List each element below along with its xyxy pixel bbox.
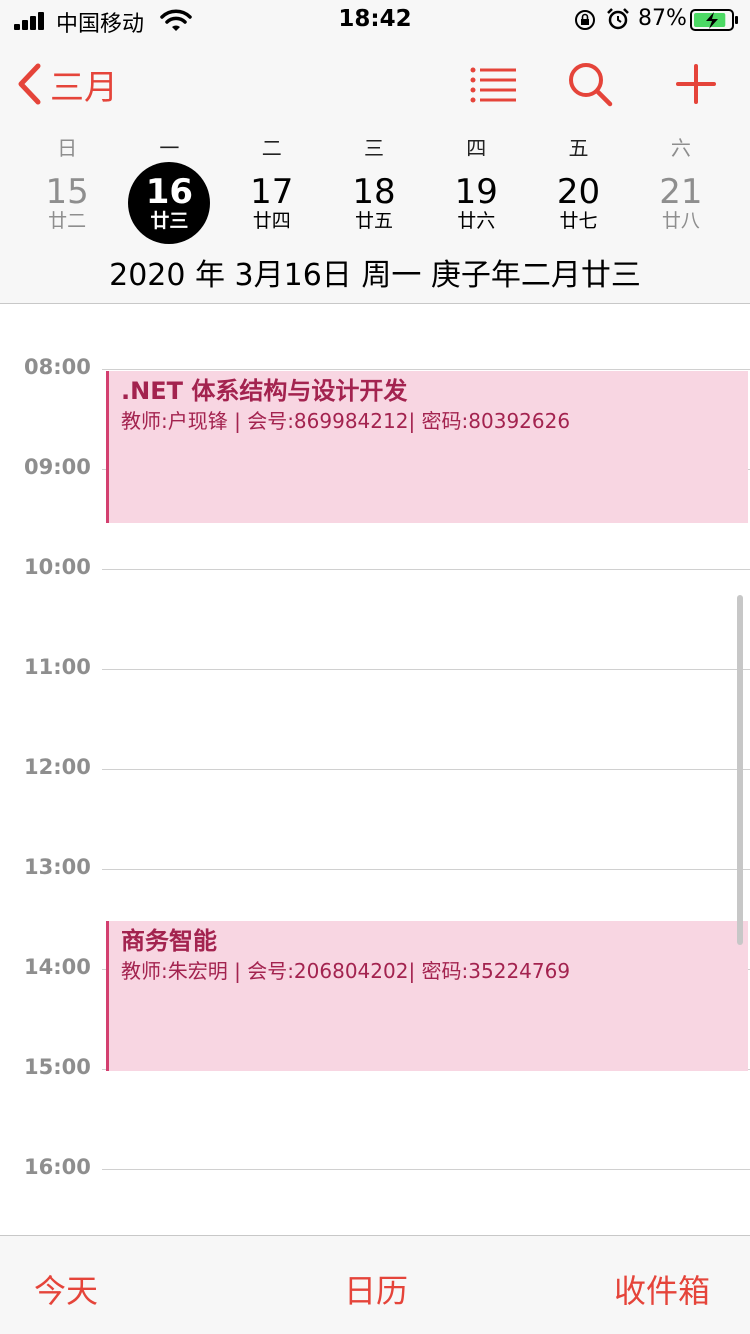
hour-label: 12:00 — [24, 755, 91, 779]
today-button[interactable]: 今天 — [34, 1266, 98, 1312]
orientation-lock-icon — [575, 10, 595, 30]
hour-divider — [102, 569, 750, 570]
event-detail: 教师:朱宏明 | 会号:206804202| 密码:35224769 — [121, 959, 571, 983]
weekday-label: 一 — [159, 136, 180, 160]
hour-label: 09:00 — [24, 455, 91, 479]
lunar-date: 廿六 — [457, 210, 496, 232]
week-strip: 15 廿二 16 廿三 17 廿四 18 廿五 19 廿六 20 廿七 21 廿… — [16, 160, 732, 246]
event-title: 商务智能 — [121, 927, 217, 955]
day-number: 18 — [352, 172, 396, 212]
hour-label: 10:00 — [24, 555, 91, 579]
hour-row: 10:00 — [0, 555, 750, 579]
lunar-date: 廿七 — [559, 210, 598, 232]
weekday-label: 五 — [568, 136, 589, 160]
bottom-toolbar: 今天 日历 收件箱 — [0, 1235, 750, 1334]
weekday-label: 三 — [363, 136, 384, 160]
hour-label: 14:00 — [24, 955, 91, 979]
event-title: .NET 体系结构与设计开发 — [121, 377, 408, 405]
day-cell[interactable]: 17 廿四 — [221, 160, 323, 246]
hour-label: 13:00 — [24, 855, 91, 879]
hour-divider — [102, 869, 750, 870]
calendars-button[interactable]: 日历 — [344, 1266, 408, 1312]
hour-row: 16:00 — [0, 1155, 750, 1179]
hour-row: 12:00 — [0, 755, 750, 779]
lunar-date: 廿四 — [252, 210, 291, 232]
day-number: 21 — [659, 172, 703, 212]
hour-divider — [102, 369, 750, 370]
weekday-label: 二 — [261, 136, 282, 160]
calendar-header: 三月 日 一 二 三 四 五 六 15 廿二 16 廿三 17 廿四 18 廿五… — [0, 40, 750, 304]
search-icon[interactable] — [566, 60, 614, 108]
day-timeline[interactable]: 08:00 09:00 10:00 11:00 12:00 13:00 14:0… — [0, 305, 750, 1235]
hour-label: 11:00 — [24, 655, 91, 679]
weekday-row: 日 一 二 三 四 五 六 — [16, 132, 732, 161]
plus-icon[interactable] — [674, 62, 718, 106]
day-cell[interactable]: 15 廿二 — [16, 160, 118, 246]
event-detail: 教师:户现锋 | 会号:869984212| 密码:80392626 — [121, 409, 571, 433]
hour-divider — [102, 669, 750, 670]
list-icon[interactable] — [468, 62, 518, 106]
calendar-event[interactable]: 商务智能 教师:朱宏明 | 会号:206804202| 密码:35224769 — [106, 921, 748, 1071]
day-cell[interactable]: 18 廿五 — [323, 160, 425, 246]
battery-charging-icon — [690, 9, 738, 31]
hour-row: 13:00 — [0, 855, 750, 879]
day-number: 15 — [45, 172, 89, 212]
weekday-label: 四 — [466, 136, 487, 160]
hour-row: 11:00 — [0, 655, 750, 679]
day-cell[interactable]: 20 廿七 — [527, 160, 629, 246]
back-button[interactable]: 三月 — [16, 62, 118, 108]
hour-label: 16:00 — [24, 1155, 91, 1179]
chevron-left-icon — [18, 63, 41, 105]
lunar-date: 廿二 — [48, 210, 87, 232]
scrollbar[interactable] — [737, 595, 743, 945]
status-bar: 中国移动 18:42 87% — [0, 0, 750, 40]
battery-percent: 87% — [638, 6, 687, 31]
calendar-event[interactable]: .NET 体系结构与设计开发 教师:户现锋 | 会号:869984212| 密码… — [106, 371, 748, 523]
lunar-date: 廿三 — [150, 210, 189, 232]
hour-label: 08:00 — [24, 355, 91, 379]
hour-divider — [102, 769, 750, 770]
alarm-icon — [607, 8, 629, 30]
hour-label: 15:00 — [24, 1055, 91, 1079]
inbox-button[interactable]: 收件箱 — [614, 1266, 710, 1312]
day-number: 19 — [454, 172, 498, 212]
day-number: 16 — [145, 172, 194, 212]
lunar-date: 廿八 — [661, 210, 700, 232]
weekday-label: 六 — [670, 136, 691, 160]
day-cell[interactable]: 21 廿八 — [630, 160, 732, 246]
back-label: 三月 — [50, 67, 118, 108]
hour-divider — [102, 1169, 750, 1170]
day-cell-selected[interactable]: 16 廿三 — [118, 160, 220, 246]
day-cell[interactable]: 19 廿六 — [425, 160, 527, 246]
lunar-date: 廿五 — [354, 210, 393, 232]
day-number: 20 — [556, 172, 601, 212]
selected-date-label: 2020 年 3月16日 周一 庚子年二月廿三 — [109, 258, 641, 293]
day-number: 17 — [250, 172, 294, 212]
weekday-label: 日 — [57, 136, 78, 160]
